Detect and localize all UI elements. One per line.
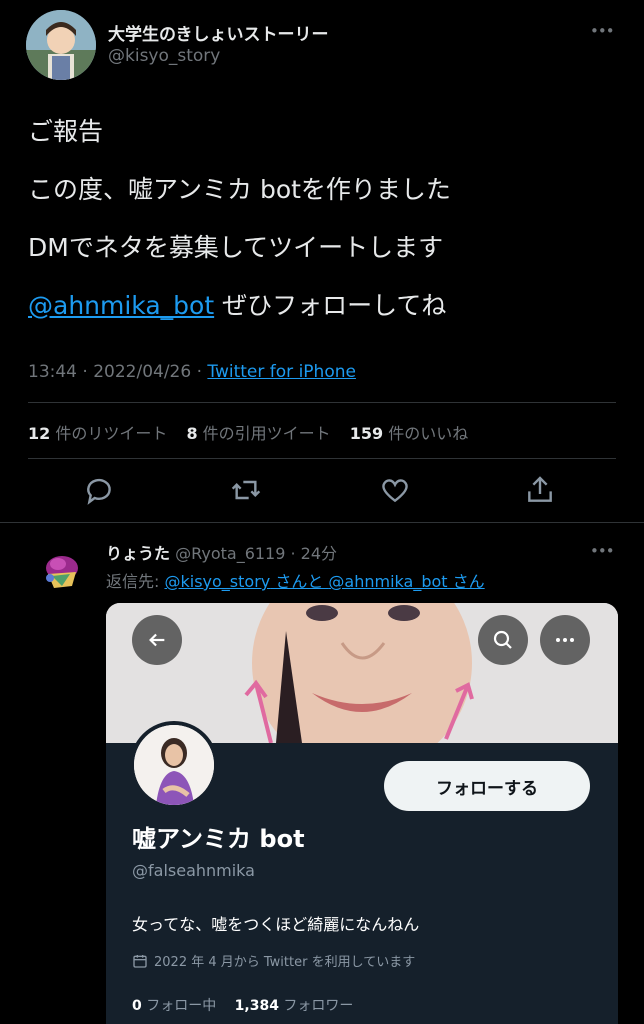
profile-name: 嘘アンミカ bot — [132, 825, 305, 853]
follow-button[interactable]: フォローする — [384, 761, 590, 811]
profile-joined-text: 2022 年 4 月から Twitter を利用しています — [154, 955, 416, 970]
mention-link[interactable]: @ahnmika_bot — [28, 291, 214, 320]
author-handle[interactable]: @kisyo_story — [108, 46, 220, 66]
followers-stat[interactable]: 1,384 フォロワー — [235, 998, 354, 1014]
reply-author-name[interactable]: りょうた — [106, 544, 170, 563]
divider-2 — [28, 458, 616, 459]
reply-icon[interactable] — [84, 474, 116, 506]
profile-bio: 女ってな、嘘をつくほど綺麗になんねん — [132, 915, 420, 934]
reply-avatar[interactable] — [42, 552, 82, 592]
divider-1 — [28, 402, 616, 403]
profile-joined: 2022 年 4 月から Twitter を利用しています — [132, 951, 415, 970]
divider-3 — [0, 522, 644, 523]
tweet-stats: 12 件のリツイート 8 件の引用ツイート 159 件のいいね — [28, 420, 468, 444]
reply-to-link-1[interactable]: @kisyo_story — [164, 572, 270, 591]
back-icon[interactable] — [132, 615, 182, 665]
reply-author-meta[interactable]: @Ryota_6119 · 24分 — [175, 544, 337, 563]
calendar-icon — [132, 953, 148, 969]
tweet-timestamp: 13:44 · 2022/04/26 · Twitter for iPhone — [28, 362, 356, 382]
profile-follow-stats: 0 フォロー中 1,384 フォロワー — [132, 995, 353, 1015]
reply-to-line: 返信先: @kisyo_story さんと @ahnmika_bot さん — [106, 572, 485, 591]
tweet-line-3: DMでネタを募集してツイートします — [28, 233, 444, 262]
retweets-stat[interactable]: 12 件のリツイート — [28, 424, 167, 443]
reply-header: りょうた @Ryota_6119 · 24分 — [106, 540, 337, 564]
share-icon[interactable] — [524, 474, 556, 506]
like-icon[interactable] — [378, 474, 412, 506]
follow-button-label: フォローする — [436, 778, 538, 799]
retweet-icon[interactable] — [230, 474, 262, 506]
author-avatar[interactable] — [26, 10, 96, 80]
following-stat[interactable]: 0 フォロー中 — [132, 998, 216, 1014]
likes-stat[interactable]: 159 件のいいね — [350, 424, 469, 443]
reply-to-link-2[interactable]: @ahnmika_bot — [328, 572, 447, 591]
tweet-line-1: ご報告 — [28, 117, 104, 146]
quotes-stat[interactable]: 8 件の引用ツイート — [186, 424, 330, 443]
tweet-line-4: @ahnmika_bot ぜひフォローしてね — [28, 286, 446, 322]
tweet-time: 13:44 · 2022/04/26 · — [28, 362, 208, 382]
attached-image[interactable]: フォローする 嘘アンミカ bot @falseahnmika 女ってな、嘘をつく… — [106, 603, 618, 1024]
tweet-line-4-text: ぜひフォローしてね — [214, 291, 447, 320]
author-name[interactable]: 大学生のきしょいストーリー — [108, 20, 329, 45]
profile-handle: @falseahnmika — [132, 861, 255, 880]
tweet-client-link[interactable]: Twitter for iPhone — [207, 362, 356, 382]
profile-avatar[interactable] — [130, 721, 218, 809]
tweet-line-2: この度、嘘アンミカ botを作りました — [28, 175, 451, 204]
reply-more-options-icon[interactable]: ••• — [590, 542, 615, 560]
search-icon[interactable] — [478, 615, 528, 665]
card-more-icon[interactable] — [540, 615, 590, 665]
more-options-icon[interactable]: ••• — [590, 22, 615, 40]
